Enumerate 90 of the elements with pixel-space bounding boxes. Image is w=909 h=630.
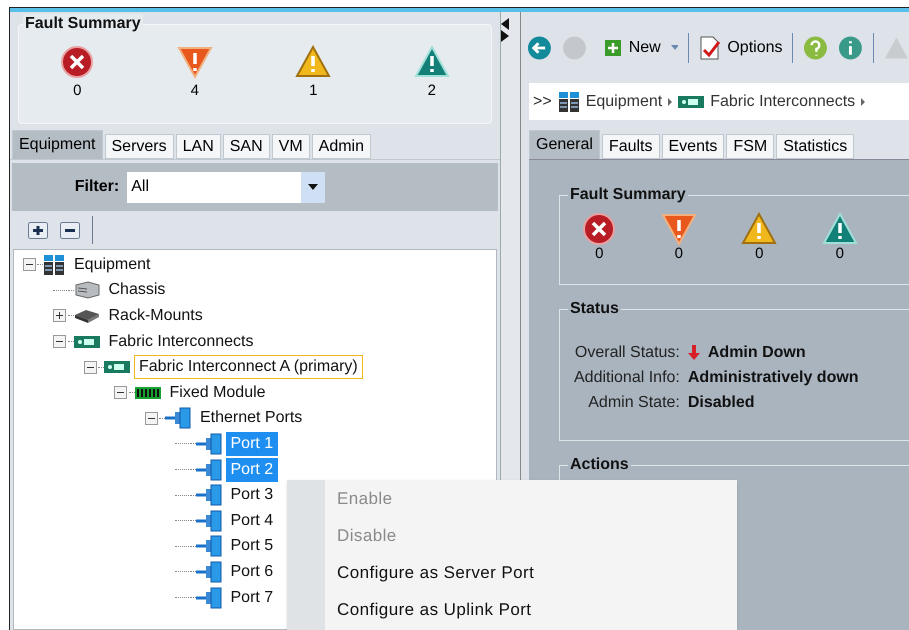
port-icon (196, 484, 222, 506)
menu-item[interactable]: Configure as Server Port (337, 562, 534, 584)
status-label: Admin State: (587, 393, 680, 412)
group-title: Fault Summary (568, 185, 688, 205)
tree-item[interactable]: Chassis (104, 278, 170, 302)
fault-count: 0 (595, 246, 604, 262)
status-label: Overall Status: (574, 343, 680, 362)
collapse-toggle[interactable] (53, 335, 66, 348)
filter-label: Filter: (74, 177, 120, 197)
down-arrow-icon (688, 345, 700, 360)
tree-item[interactable]: Rack-Mounts (104, 304, 208, 328)
fault-summary-title: Fault Summary (23, 14, 143, 34)
expand-all-icon[interactable] (28, 222, 48, 238)
tab[interactable]: Faults (602, 134, 660, 159)
tree-item[interactable]: Equipment (69, 252, 156, 277)
warning-fault-icon (414, 45, 450, 79)
collapse-all-icon[interactable] (60, 222, 80, 238)
tab[interactable]: SAN (222, 134, 270, 159)
dropdown-caret-icon[interactable] (670, 45, 678, 50)
switch-icon (678, 96, 704, 108)
port-icon (196, 560, 222, 583)
major-fault-icon (660, 212, 697, 246)
tab[interactable]: LAN (176, 134, 221, 159)
switch-icon (74, 336, 100, 348)
tree-item[interactable]: Ethernet Ports (195, 406, 308, 430)
tree-item[interactable]: Fabric Interconnects (104, 330, 258, 354)
port-icon (165, 407, 191, 430)
status-label: Additional Info: (574, 368, 680, 387)
document-check-icon (699, 36, 722, 60)
fault-count: 0 (674, 246, 683, 262)
tab[interactable]: Servers (104, 134, 174, 159)
breadcrumb-link[interactable]: Fabric Interconnects (710, 90, 856, 114)
info-icon[interactable] (838, 34, 864, 60)
fault-count: 0 (836, 246, 844, 262)
tree-item[interactable]: Port 6 (226, 560, 278, 584)
switch-icon (104, 361, 130, 374)
expand-toggle[interactable] (53, 309, 66, 322)
port-icon (196, 535, 222, 558)
options-button[interactable]: Options (699, 36, 782, 60)
critical-fault-icon (582, 212, 616, 246)
menu-item[interactable]: Configure as Uplink Port (337, 599, 534, 621)
module-icon (134, 386, 160, 399)
filter-dropdown[interactable]: All (127, 172, 326, 202)
status-value: Administratively down (688, 368, 859, 387)
server-rack-icon (558, 90, 580, 112)
tab[interactable]: Statistics (776, 134, 854, 159)
breadcrumb-link[interactable]: Equipment (586, 90, 662, 114)
fault-count: 1 (309, 83, 318, 99)
critical-fault-icon (60, 45, 94, 79)
breadcrumb-prefix: >> (533, 92, 552, 112)
fault-count: 0 (755, 246, 764, 262)
major-fault-icon (176, 45, 213, 79)
tree-item[interactable]: Port 3 (226, 483, 278, 508)
collapse-toggle[interactable] (84, 360, 96, 374)
tree-item[interactable]: Fixed Module (164, 380, 271, 405)
collapse-left-arrow-icon[interactable] (501, 18, 509, 30)
tree-item[interactable]: Port 5 (226, 534, 278, 558)
fault-count: 0 (73, 83, 82, 99)
fault-count: 4 (190, 83, 199, 99)
server-rack-icon (43, 254, 65, 276)
breadcrumb-arrow-icon (861, 98, 866, 106)
tree-item[interactable]: Port 4 (226, 508, 278, 533)
minor-fault-icon (295, 45, 332, 79)
port-icon (196, 432, 222, 455)
tab[interactable]: VM (272, 134, 310, 159)
new-button[interactable]: New (604, 36, 661, 60)
dropdown-caret-icon (308, 184, 318, 190)
collapse-toggle[interactable] (144, 412, 158, 425)
tab[interactable]: Events (662, 134, 724, 159)
rack-server-icon (74, 308, 100, 324)
status-value: Disabled (688, 393, 755, 412)
tab[interactable]: Admin (312, 134, 372, 159)
minor-fault-icon (741, 212, 778, 246)
port-icon (196, 586, 222, 609)
port-icon (196, 510, 222, 532)
chassis-icon (74, 281, 100, 300)
warning-fault-icon (822, 212, 858, 246)
tree-item[interactable]: Port 7 (226, 586, 278, 610)
status-value: Admin Down (708, 343, 806, 362)
tab[interactable]: General (529, 130, 600, 159)
collapse-toggle[interactable] (114, 386, 127, 400)
fault-count: 2 (428, 83, 436, 99)
tab[interactable]: FSM (726, 134, 774, 159)
tab[interactable]: Equipment (12, 130, 102, 159)
breadcrumb-arrow-icon (668, 98, 672, 106)
tree-item[interactable]: Fabric Interconnect A (primary) (134, 355, 363, 380)
collapse-toggle[interactable] (22, 258, 36, 272)
port-icon (196, 458, 222, 481)
plus-icon (604, 40, 621, 56)
expand-right-arrow-icon[interactable] (501, 30, 509, 42)
